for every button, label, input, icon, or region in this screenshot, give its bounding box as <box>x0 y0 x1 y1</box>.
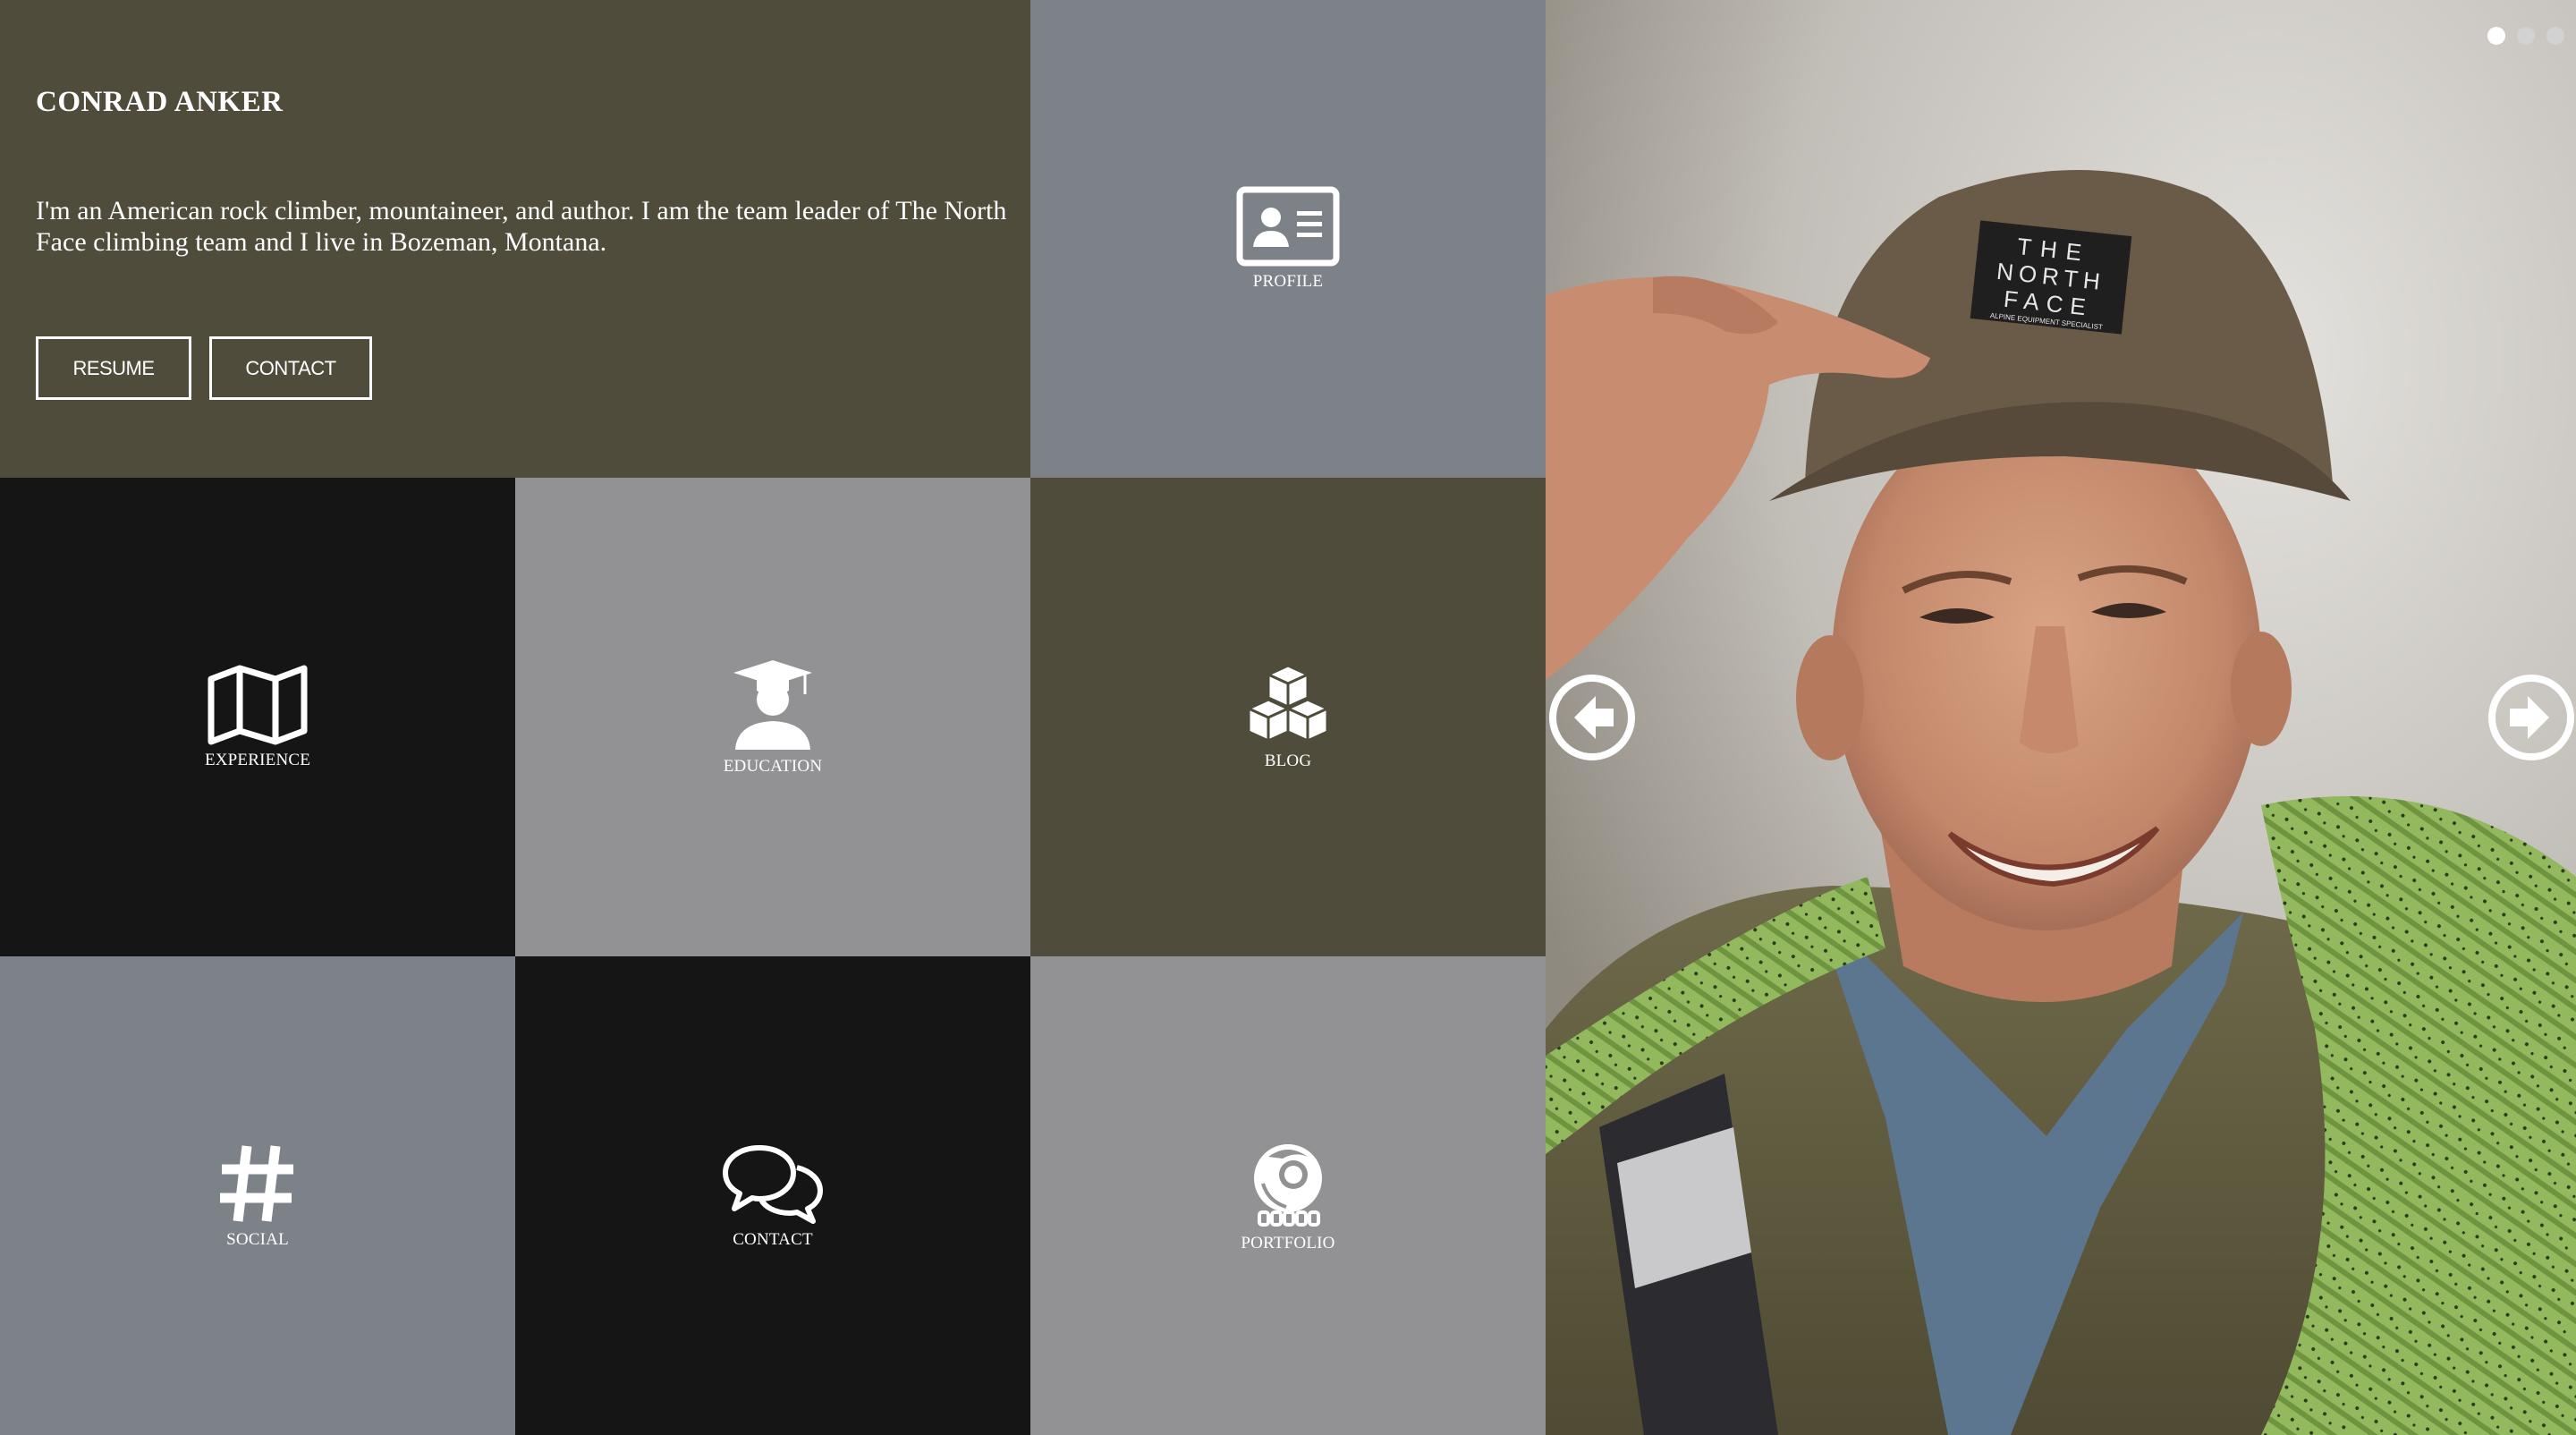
tile-label: PORTFOLIO <box>1241 1233 1335 1252</box>
photo-slider: THE NORTH FACE ALPINE EQUIPMENT SPECIALI… <box>1546 0 2576 1435</box>
tile-label: SOCIAL <box>226 1229 289 1249</box>
resume-button[interactable]: RESUME <box>36 336 191 400</box>
id-card-icon <box>1236 186 1340 267</box>
portrait-photo: THE NORTH FACE ALPINE EQUIPMENT SPECIALI… <box>1546 0 2576 1435</box>
bio-text: I'm an American rock climber, mountainee… <box>36 196 1007 257</box>
slide-dot-1[interactable] <box>2487 27 2505 45</box>
tile-label: CONTACT <box>733 1229 813 1249</box>
hashtag-icon <box>220 1144 293 1222</box>
contact-button[interactable]: CONTACT <box>209 336 372 400</box>
tile-label: PROFILE <box>1252 272 1324 291</box>
tile-blog[interactable]: BLOG <box>1030 478 1546 956</box>
tile-label: EDUCATION <box>723 756 823 776</box>
prev-arrow-icon[interactable] <box>1547 673 1637 762</box>
graduate-icon <box>733 659 812 750</box>
tile-profile[interactable]: PROFILE <box>1030 0 1546 478</box>
chat-bubbles-icon <box>723 1144 823 1224</box>
tile-social[interactable]: SOCIAL <box>0 956 515 1435</box>
page-title: CONRAD ANKER <box>36 86 284 118</box>
portfolio-logo-icon <box>1254 1143 1322 1227</box>
slide-dot-2[interactable] <box>2517 27 2535 45</box>
tile-label: EXPERIENCE <box>204 750 311 769</box>
tile-education[interactable]: EDUCATION <box>515 478 1030 956</box>
tile-portfolio[interactable]: PORTFOLIO <box>1030 956 1546 1435</box>
tile-experience[interactable]: EXPERIENCE <box>0 478 515 956</box>
map-icon <box>208 665 308 744</box>
cubes-icon <box>1247 664 1329 742</box>
next-arrow-icon[interactable] <box>2487 673 2576 762</box>
tile-contact[interactable]: CONTACT <box>515 956 1030 1435</box>
intro-panel: CONRAD ANKER I'm an American rock climbe… <box>0 0 1030 478</box>
tile-label: BLOG <box>1264 751 1312 770</box>
slide-dot-3[interactable] <box>2546 27 2564 45</box>
